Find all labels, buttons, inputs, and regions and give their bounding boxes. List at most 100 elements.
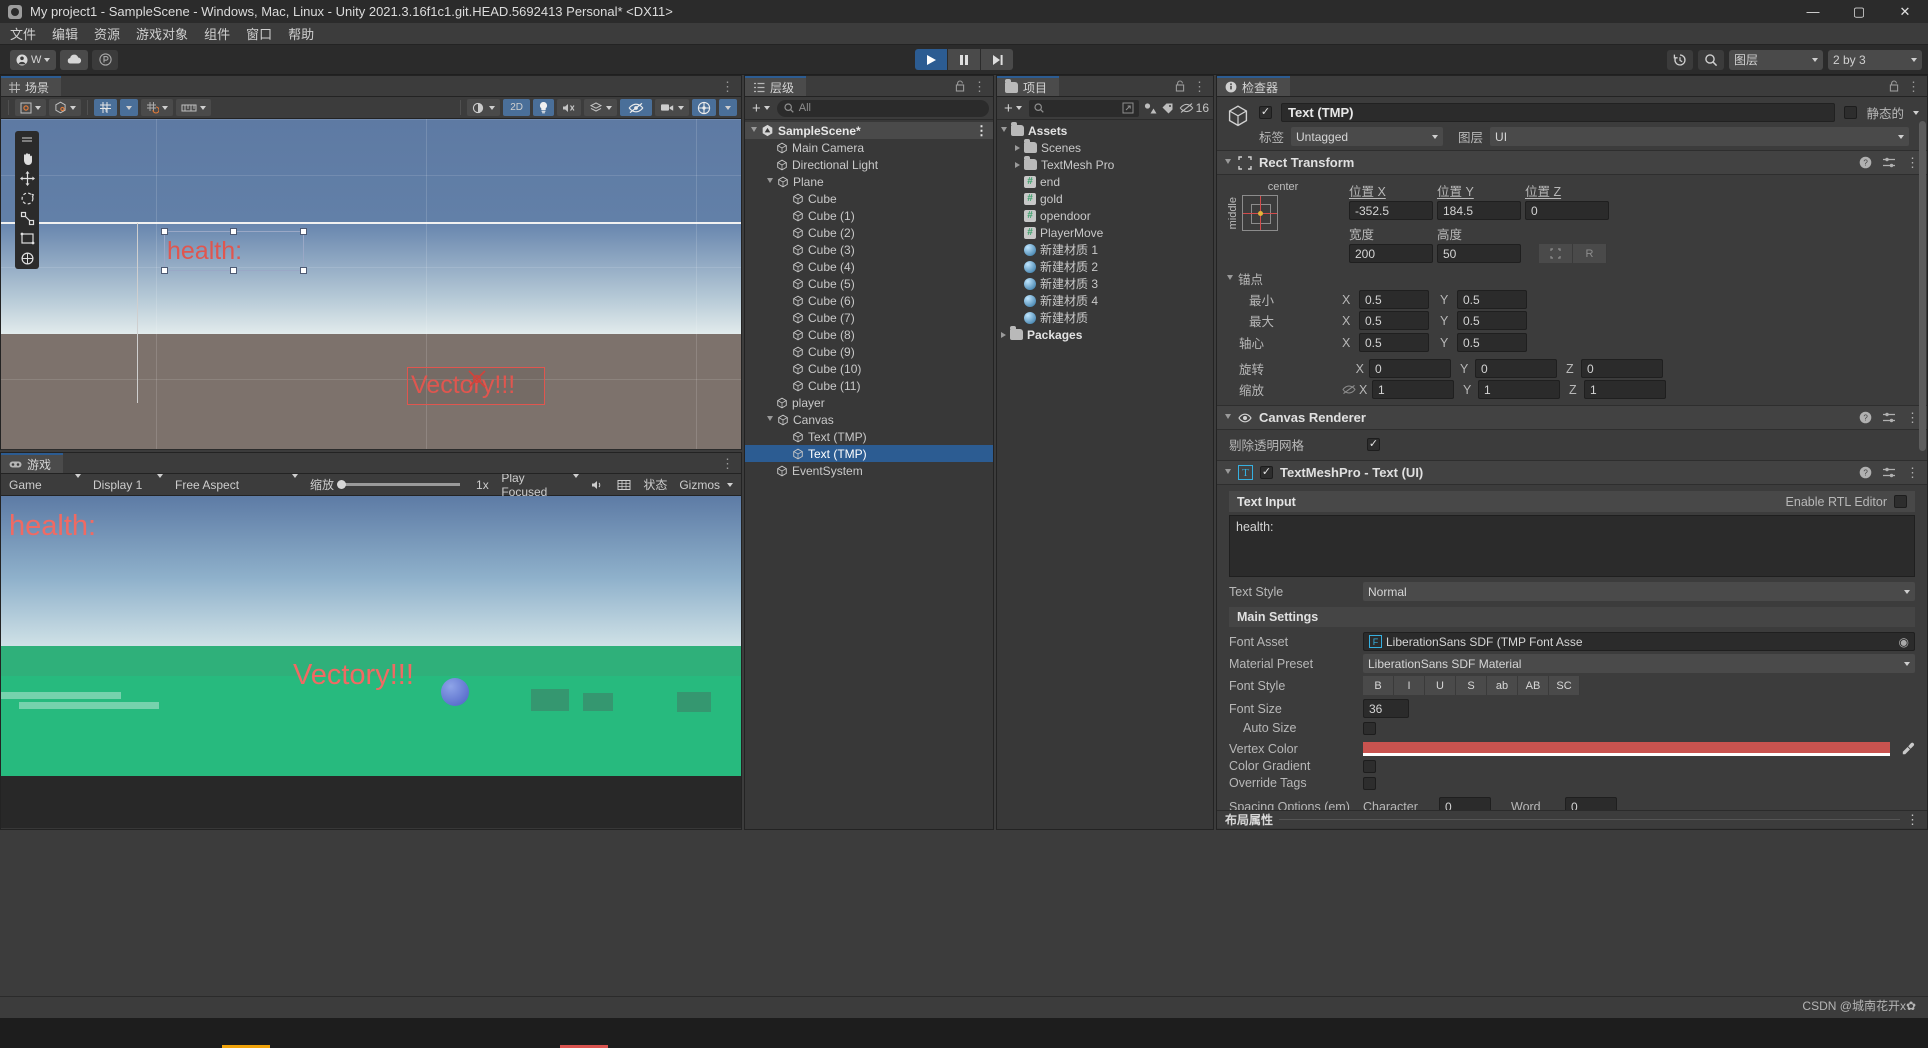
font-style-u-button[interactable]: U bbox=[1425, 676, 1456, 695]
game-playfocus-dropdown[interactable]: Play Focused bbox=[495, 471, 585, 499]
game-mute-button[interactable] bbox=[585, 476, 611, 494]
rect-transform-header[interactable]: Rect Transform ? ⋮ bbox=[1217, 150, 1927, 175]
static-checkbox[interactable] bbox=[1844, 106, 1858, 119]
object-name-field[interactable]: Text (TMP) bbox=[1281, 103, 1836, 122]
resize-handle-bc[interactable] bbox=[230, 267, 237, 274]
resize-handle-bl[interactable] bbox=[161, 267, 168, 274]
ruler-button[interactable] bbox=[176, 99, 211, 116]
kebab-icon[interactable]: ⋮ bbox=[1193, 80, 1206, 93]
menu-item-window[interactable]: 窗口 bbox=[246, 24, 272, 43]
scene-lighting-button[interactable] bbox=[533, 99, 554, 116]
game-viewport[interactable]: health: Vectory!!! bbox=[1, 496, 741, 828]
project-item[interactable]: # gold bbox=[997, 190, 1213, 207]
scale-tool-icon[interactable] bbox=[20, 211, 35, 226]
chevron-down-icon[interactable] bbox=[1913, 110, 1919, 115]
tmp-enabled-checkbox[interactable] bbox=[1260, 466, 1273, 479]
height-field[interactable]: 50 bbox=[1437, 244, 1521, 263]
hierarchy-item[interactable]: Cube (3) bbox=[745, 241, 993, 258]
font-style-ab-button[interactable]: AB bbox=[1518, 676, 1549, 695]
pos-x-field[interactable]: -352.5 bbox=[1349, 201, 1433, 220]
expand-arrow-icon[interactable] bbox=[767, 177, 773, 186]
kebab-icon[interactable]: ⋮ bbox=[721, 80, 734, 93]
collapse-arrow-icon[interactable] bbox=[1015, 144, 1020, 151]
anchor-max-x-field[interactable]: 0.5 bbox=[1359, 311, 1429, 330]
expand-arrow-icon[interactable] bbox=[1001, 126, 1007, 135]
menu-item-gameobject[interactable]: 游戏对象 bbox=[136, 24, 188, 43]
font-style-segments[interactable]: B I U Sab AB SC bbox=[1363, 676, 1580, 695]
lock-icon[interactable] bbox=[955, 80, 965, 92]
close-button[interactable]: ✕ bbox=[1882, 0, 1928, 23]
hierarchy-search-input[interactable]: All bbox=[776, 99, 989, 117]
maximize-button[interactable]: ▢ bbox=[1836, 0, 1882, 23]
scene-gizmos-button[interactable] bbox=[692, 99, 716, 116]
project-item[interactable]: Packages bbox=[997, 326, 1213, 343]
raw-edit-button[interactable]: R bbox=[1573, 244, 1607, 263]
game-display-dropdown[interactable]: Display 1 bbox=[87, 473, 169, 494]
canvas-renderer-header[interactable]: Canvas Renderer ? ⋮ bbox=[1217, 405, 1927, 430]
play-button[interactable] bbox=[915, 49, 947, 70]
hierarchy-item[interactable]: Cube (6) bbox=[745, 292, 993, 309]
font-style-s-button[interactable]: S bbox=[1456, 676, 1487, 695]
menu-item-help[interactable]: 帮助 bbox=[288, 24, 314, 43]
help-icon[interactable]: ? bbox=[1859, 156, 1872, 169]
kebab-icon[interactable]: ⋮ bbox=[721, 457, 734, 470]
project-add-button[interactable]: + bbox=[1001, 100, 1025, 117]
scale-slider-thumb[interactable] bbox=[337, 479, 347, 489]
account-button[interactable]: W bbox=[10, 49, 57, 70]
step-button[interactable] bbox=[981, 49, 1013, 70]
hierarchy-item[interactable]: Cube (2) bbox=[745, 224, 993, 241]
hierarchy-item[interactable]: Cube (7) bbox=[745, 309, 993, 326]
font-style-sc-button[interactable]: SC bbox=[1549, 676, 1580, 695]
tab-scene[interactable]: 场景 bbox=[1, 76, 62, 96]
project-item[interactable]: 新建材质 2 bbox=[997, 258, 1213, 275]
project-item[interactable]: Scenes bbox=[997, 139, 1213, 156]
anchor-preset-button[interactable] bbox=[1242, 195, 1278, 231]
scale-x-field[interactable]: 1 bbox=[1372, 380, 1454, 399]
pivot-y-field[interactable]: 0.5 bbox=[1457, 333, 1527, 352]
blueprint-mode-button[interactable] bbox=[1539, 244, 1573, 263]
hierarchy-item[interactable]: Cube bbox=[745, 190, 993, 207]
layout-properties-footer[interactable]: 布局属性 ⋮ bbox=[1217, 810, 1927, 828]
project-item[interactable]: 新建材质 4 bbox=[997, 292, 1213, 309]
object-enabled-checkbox[interactable] bbox=[1259, 106, 1272, 119]
cloud-button[interactable] bbox=[60, 49, 89, 70]
drag-handle-icon[interactable] bbox=[20, 134, 34, 146]
tab-hierarchy[interactable]: 层级 bbox=[745, 76, 807, 96]
tag-dropdown[interactable]: Untagged bbox=[1291, 127, 1444, 146]
hierarchy-item[interactable]: Cube (9) bbox=[745, 343, 993, 360]
project-item[interactable]: 新建材质 3 bbox=[997, 275, 1213, 292]
hierarchy-item[interactable]: Cube (5) bbox=[745, 275, 993, 292]
project-item[interactable]: 新建材质 bbox=[997, 309, 1213, 326]
collab-button[interactable] bbox=[92, 49, 119, 70]
constrain-proportions-icon[interactable] bbox=[1342, 384, 1356, 395]
rot-z-field[interactable]: 0 bbox=[1581, 359, 1663, 378]
project-item[interactable]: TextMesh Pro bbox=[997, 156, 1213, 173]
override-tags-checkbox[interactable] bbox=[1363, 776, 1376, 790]
layers-dropdown[interactable]: 图层 bbox=[1729, 49, 1823, 70]
tmp-header[interactable]: T TextMeshPro - Text (UI) ? ⋮ bbox=[1217, 460, 1927, 485]
minimize-button[interactable]: — bbox=[1790, 0, 1836, 23]
hidden-visibility-icon[interactable] bbox=[1179, 102, 1194, 114]
preset-icon[interactable] bbox=[1882, 411, 1896, 424]
hierarchy-item[interactable]: Directional Light bbox=[745, 156, 993, 173]
vertex-color-swatch[interactable] bbox=[1363, 742, 1890, 756]
anchor-min-y-field[interactable]: 0.5 bbox=[1457, 290, 1527, 309]
lock-icon[interactable] bbox=[1175, 80, 1185, 92]
layout-dropdown[interactable]: 2 by 3 bbox=[1828, 49, 1922, 70]
collapse-arrow-icon[interactable] bbox=[1015, 161, 1020, 168]
kebab-icon[interactable]: ⋮ bbox=[1906, 813, 1919, 826]
scene-visibility-button[interactable] bbox=[620, 99, 652, 116]
project-item[interactable]: # PlayerMove bbox=[997, 224, 1213, 241]
rtl-checkbox[interactable] bbox=[1894, 495, 1907, 508]
label-filter-icon[interactable] bbox=[1161, 102, 1175, 115]
scene-camera-button[interactable] bbox=[655, 99, 689, 116]
expand-arrow-icon[interactable] bbox=[767, 415, 773, 424]
menu-item-component[interactable]: 组件 bbox=[204, 24, 230, 43]
expand-search-icon[interactable] bbox=[1122, 102, 1134, 114]
layer-dropdown[interactable]: UI bbox=[1490, 127, 1909, 146]
search-button[interactable] bbox=[1698, 49, 1724, 70]
anchor-min-x-field[interactable]: 0.5 bbox=[1359, 290, 1429, 309]
resize-handle-br[interactable] bbox=[300, 267, 307, 274]
color-gradient-checkbox[interactable] bbox=[1363, 759, 1376, 773]
game-scale-slider[interactable]: 缩放 1x bbox=[304, 476, 495, 494]
